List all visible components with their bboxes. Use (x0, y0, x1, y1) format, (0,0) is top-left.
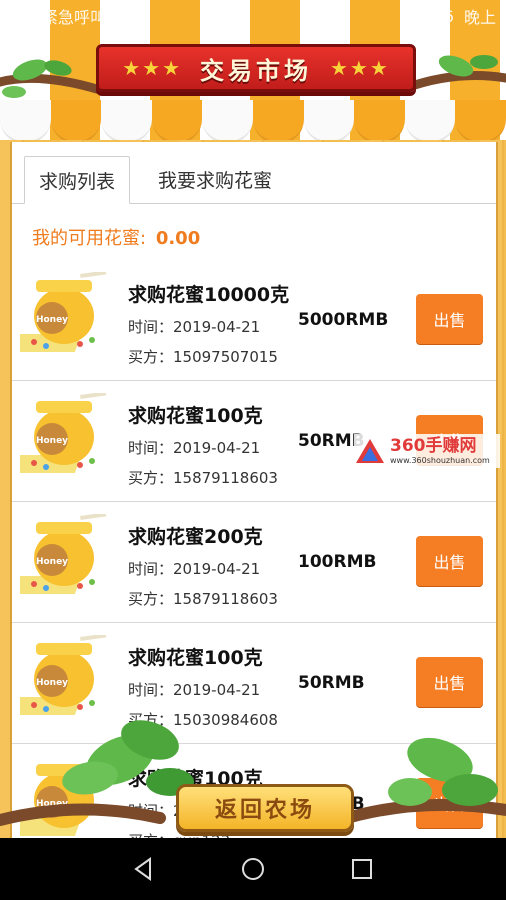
status-carrier: 仅限紧急呼叫 (10, 8, 107, 27)
honey-label: Honey (36, 436, 68, 446)
balance-label: 我的可用花蜜: (32, 228, 147, 249)
watermark-url: www.360shouzhuan.com (390, 455, 490, 465)
order-time: 时间：2019-04-21 (128, 439, 261, 457)
watermark: 360手赚网 www.360shouzhuan.com (354, 434, 500, 468)
stars-left-icon: ★★★ (122, 56, 182, 80)
honey-label: Honey (36, 557, 68, 567)
honey-pot-icon: Honey (20, 514, 107, 594)
order-buyer: 买方：15097507015 (128, 348, 278, 366)
order-row: Honey 求购花蜜10000克 时间：2019-04-21 买方：150975… (12, 260, 496, 381)
order-buyer: 买方：15030984608 (128, 711, 278, 729)
return-to-farm-button[interactable]: 返回农场 (176, 784, 354, 832)
battery-level: 26 (433, 6, 454, 26)
market-panel: 求购列表 我要求购花蜜 我的可用花蜜: 0.00 Honey 求购花蜜10000… (10, 142, 498, 842)
order-title: 求购花蜜100克 (128, 405, 263, 427)
home-icon[interactable] (233, 849, 273, 889)
honey-pot-icon: Honey (20, 393, 107, 473)
order-price: 5000RMB (298, 310, 389, 330)
honey-pot-icon: Honey (20, 272, 107, 352)
tab-request-nectar[interactable]: 我要求购花蜜 (144, 155, 286, 203)
tab-buy-list[interactable]: 求购列表 (24, 156, 131, 204)
watermark-logo-icon (356, 439, 384, 463)
clock: 晚上 (463, 8, 496, 27)
order-row: Honey 求购花蜜100克 时间：2019-04-21 买方：15030984… (12, 623, 496, 744)
order-time: 时间：2019-04-21 (128, 318, 261, 336)
order-buyer: 买方：15879118603 (128, 469, 278, 487)
order-title: 求购花蜜10000克 (128, 284, 290, 306)
honey-pot-icon: Honey (20, 764, 94, 836)
android-nav-bar (0, 838, 506, 900)
sell-button[interactable]: 出售 (416, 294, 483, 344)
honey-label: Honey (36, 315, 68, 325)
order-list: Honey 求购花蜜10000克 时间：2019-04-21 买方：150975… (12, 260, 496, 842)
honey-label: Honey (36, 799, 68, 809)
balance: 我的可用花蜜: 0.00 (32, 224, 200, 250)
watermark-text: 360手赚网 (390, 435, 477, 456)
order-time: 时间：2019-04-21 (128, 681, 261, 699)
order-price: 100RMB (298, 552, 377, 572)
order-price: 50RMB (298, 673, 365, 693)
balance-value: 0.00 (155, 228, 201, 249)
order-time: 时间：2019-04-21 (128, 560, 261, 578)
sell-button[interactable]: 出售 (416, 778, 483, 828)
back-icon[interactable] (124, 849, 164, 889)
sell-button[interactable]: 出售 (416, 536, 483, 586)
stars-right-icon: ★★★ (330, 56, 390, 80)
status-bar: 仅限紧急呼叫 ▮ 26 晚上 (0, 0, 506, 32)
page-title: 交易市场 (200, 56, 312, 85)
order-title: 求购花蜜200克 (128, 526, 263, 548)
order-buyer: 买方：15879118603 (128, 590, 278, 608)
order-row: Honey 求购花蜜200克 时间：2019-04-21 买方：15879118… (12, 502, 496, 623)
signal-icon: ▮ (414, 6, 424, 26)
honey-label: Honey (36, 678, 68, 688)
recents-icon[interactable] (342, 849, 382, 889)
tab-bar: 求购列表 我要求购花蜜 (12, 142, 496, 204)
title-sign: ★★★ 交易市场 ★★★ (96, 44, 416, 92)
branch-left-icon (0, 59, 105, 98)
sell-button[interactable]: 出售 (416, 657, 483, 707)
honey-pot-icon: Honey (20, 635, 107, 715)
order-title: 求购花蜜100克 (128, 647, 263, 669)
